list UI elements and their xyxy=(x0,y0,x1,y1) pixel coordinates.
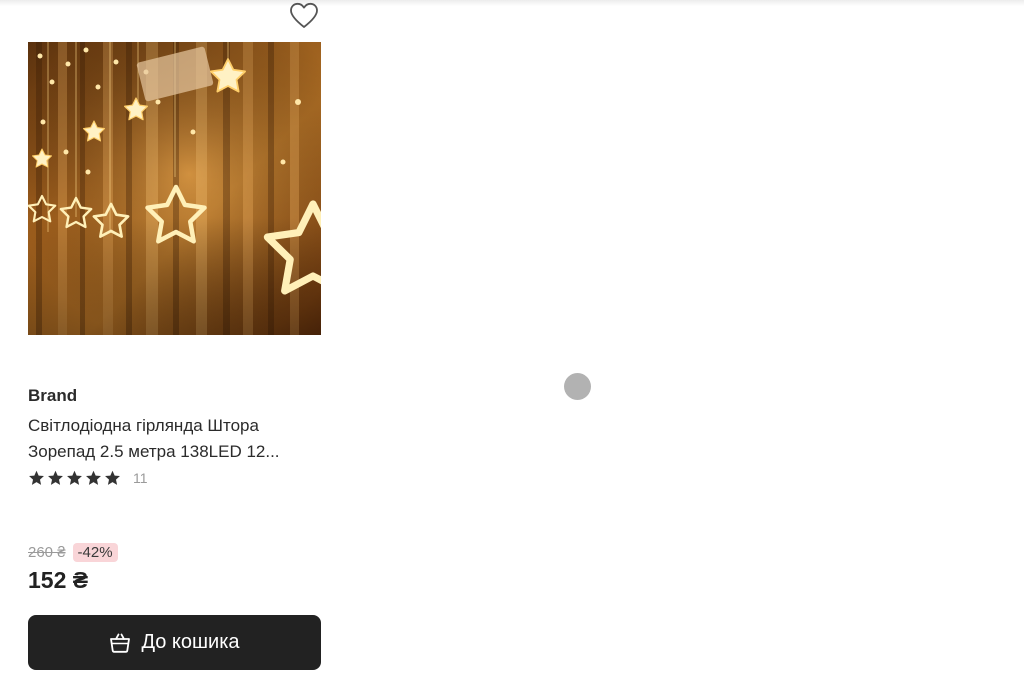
add-to-cart-label: До кошика xyxy=(141,631,240,653)
star-icon xyxy=(29,470,44,485)
product-title-line-2: Зорепад 2.5 метра 138LED 12... xyxy=(28,442,280,461)
star-icon xyxy=(86,470,101,485)
product-title[interactable]: Світлодіодна гірлянда Штора Зорепад 2.5 … xyxy=(28,413,323,465)
review-count: 11 xyxy=(133,470,148,486)
product-rating[interactable]: 11 xyxy=(28,470,148,486)
heart-outline-icon xyxy=(290,2,318,28)
star-icon xyxy=(105,470,120,485)
star-icon xyxy=(67,470,82,485)
star-icon xyxy=(48,470,63,485)
product-card-page: Brand Світлодіодна гірлянда Штора Зорепа… xyxy=(0,0,1024,685)
current-price: 152 ₴ xyxy=(28,567,89,593)
garland-photo xyxy=(28,42,321,335)
add-to-cart-button[interactable]: До кошика xyxy=(28,615,321,670)
product-title-line-1: Світлодіодна гірлянда Штора xyxy=(28,416,259,435)
loading-indicator xyxy=(564,373,591,400)
old-price: 260 ₴ xyxy=(28,544,66,561)
rating-stars xyxy=(28,470,121,486)
discount-badge: -42% xyxy=(72,543,118,562)
product-brand: Brand xyxy=(28,386,78,405)
header-shadow xyxy=(0,0,1024,6)
product-image[interactable] xyxy=(28,42,321,335)
favorite-button[interactable] xyxy=(289,2,319,29)
basket-icon xyxy=(110,633,131,653)
price-row: 260 ₴ -42% xyxy=(28,543,118,562)
